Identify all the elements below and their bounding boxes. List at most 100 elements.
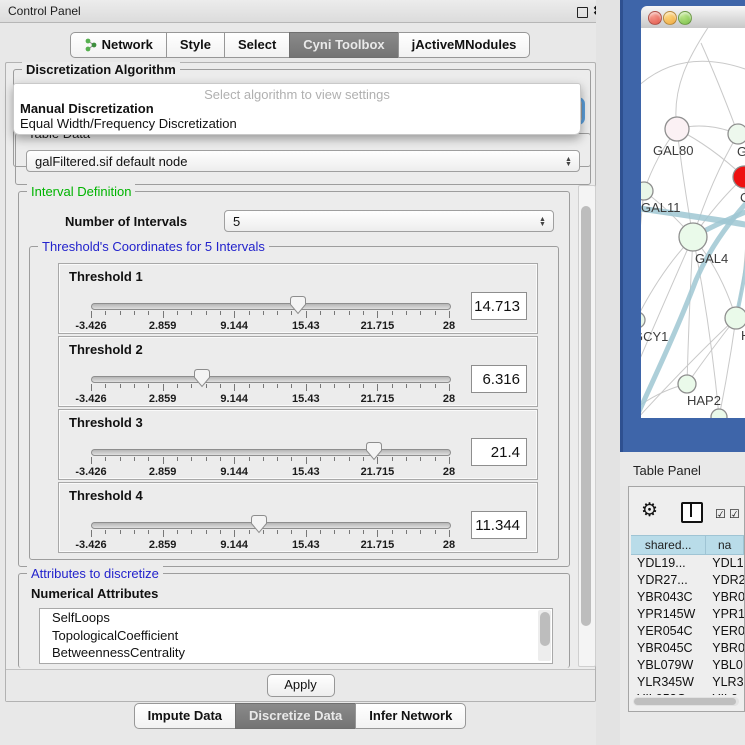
scrollbar-thumb[interactable]	[634, 698, 736, 705]
tab-network[interactable]: Network	[70, 32, 167, 58]
tick-mark	[249, 457, 250, 461]
slider-thumb[interactable]	[366, 442, 382, 461]
table-row[interactable]: YBL079WYBL0	[631, 657, 744, 674]
content-vertical-scrollbar[interactable]	[578, 185, 596, 667]
table-column-header[interactable]: shared...	[631, 535, 706, 555]
tick-mark	[291, 530, 292, 534]
table-row[interactable]: YBR043CYBR0	[631, 589, 744, 606]
network-node[interactable]	[641, 182, 653, 200]
tick-label: -3.426	[75, 393, 106, 405]
slider-track[interactable]	[91, 303, 451, 310]
tick-mark	[220, 384, 221, 388]
tab-select[interactable]: Select	[224, 32, 290, 58]
tick-mark	[134, 311, 135, 315]
tick-mark	[320, 457, 321, 461]
tick-mark	[449, 457, 450, 464]
minimize-traffic-light-icon[interactable]	[663, 11, 677, 25]
table-row[interactable]: YDR27...YDR2	[631, 572, 744, 589]
tab-impute-data[interactable]: Impute Data	[134, 703, 236, 729]
tick-mark	[363, 384, 364, 388]
network-window-titlebar[interactable]	[641, 6, 745, 29]
attributes-scrollbar[interactable]	[538, 610, 551, 661]
number-of-intervals-combo[interactable]: 5 ▲▼	[224, 210, 554, 232]
close-traffic-light-icon[interactable]	[648, 11, 662, 25]
split-columns-icon[interactable]	[681, 502, 703, 523]
tab-jactivemnodules[interactable]: jActiveMNodules	[398, 32, 531, 58]
tick-label: 15.43	[292, 539, 320, 551]
checked-checkbox-icon[interactable]: ☑	[715, 507, 726, 521]
network-edge	[687, 237, 693, 384]
network-node[interactable]	[711, 409, 727, 418]
network-canvas[interactable]: GAL80GACGAL11GAL4GCY1HHAP2	[641, 28, 745, 418]
attribute-list-item[interactable]: SelfLoops	[40, 609, 552, 627]
threshold-label: Threshold 4	[69, 488, 143, 503]
apply-button[interactable]: Apply	[267, 674, 335, 697]
table-row[interactable]: YDL19...YDL1	[631, 555, 744, 572]
threshold-value-field[interactable]: 14.713	[471, 292, 527, 320]
table-row[interactable]: YIL052CYIL0	[631, 691, 744, 695]
network-node[interactable]	[665, 117, 689, 141]
network-node[interactable]	[678, 375, 696, 393]
table-horizontal-scrollbar[interactable]	[633, 697, 739, 706]
tab-discretize-data[interactable]: Discretize Data	[235, 703, 356, 729]
interval-definition-title: Interval Definition	[27, 184, 135, 199]
table-panel-title: Table Panel	[633, 463, 701, 478]
tab-cyni-toolbox[interactable]: Cyni Toolbox	[289, 32, 398, 58]
table-row[interactable]: YLR345WYLR3	[631, 674, 744, 691]
slider-thumb[interactable]	[290, 296, 306, 315]
algorithm-option-equal-width[interactable]: Equal Width/Frequency Discretization	[20, 116, 237, 131]
threshold-slider[interactable]: -3.4262.8599.14415.4321.71528	[91, 443, 449, 477]
threshold-slider[interactable]: -3.4262.8599.14415.4321.71528	[91, 516, 449, 550]
panel-divider[interactable]	[596, 0, 620, 745]
network-node-label: GAL11	[641, 200, 681, 215]
tick-mark	[220, 311, 221, 315]
zoom-traffic-light-icon[interactable]	[678, 11, 692, 25]
slider-thumb[interactable]	[251, 515, 267, 534]
threshold-slider[interactable]: -3.4262.8599.14415.4321.71528	[91, 370, 449, 404]
numerical-attributes-list[interactable]: SelfLoopsTopologicalCoefficientBetweenne…	[39, 608, 553, 664]
table-column-header[interactable]: na	[706, 535, 744, 555]
slider-ticks	[91, 457, 449, 465]
table-row[interactable]: YBR045CYBR0	[631, 640, 744, 657]
tab-style[interactable]: Style	[166, 32, 225, 58]
threshold-slider[interactable]: -3.4262.8599.14415.4321.71528	[91, 297, 449, 331]
table-data-combo[interactable]: galFiltered.sif default node ▲▼	[26, 150, 580, 172]
table-cell: YDR2	[706, 572, 744, 589]
network-node[interactable]	[728, 124, 745, 144]
slider-track[interactable]	[91, 449, 451, 456]
interval-definition-group: Interval Definition Number of Intervals …	[18, 191, 570, 567]
tick-mark	[449, 311, 450, 318]
tab-infer-network[interactable]: Infer Network	[355, 703, 466, 729]
network-tab-icon	[84, 38, 97, 52]
attribute-list-item[interactable]: BetweennessCentrality	[40, 644, 552, 662]
tick-mark	[291, 384, 292, 388]
checked-checkbox-icon[interactable]: ☑	[729, 507, 740, 521]
slider-track[interactable]	[91, 522, 451, 529]
tick-mark	[134, 457, 135, 461]
slider-track[interactable]	[91, 376, 451, 383]
tick-mark	[177, 384, 178, 388]
network-node[interactable]	[725, 307, 745, 329]
node-attribute-table[interactable]: shared...na YDL19...YDL1YDR27...YDR2YBR0…	[631, 535, 744, 695]
algorithm-option-manual[interactable]: Manual Discretization	[20, 101, 154, 116]
slider-thumb[interactable]	[194, 369, 210, 388]
threshold-value-field[interactable]: 11.344	[471, 511, 527, 539]
threshold-value-field[interactable]: 6.316	[471, 365, 527, 393]
threshold-value-field[interactable]: 21.4	[471, 438, 527, 466]
scrollbar-thumb[interactable]	[540, 612, 550, 646]
table-row[interactable]: YER054CYER0	[631, 623, 744, 640]
tick-mark	[377, 384, 378, 391]
attribute-list-item[interactable]: TopologicalCoefficient	[40, 627, 552, 645]
float-window-icon[interactable]	[577, 7, 588, 18]
control-panel: Control Panel ✖ NetworkStyleSelectCyni T…	[0, 0, 600, 745]
tab-label: Network	[102, 37, 153, 52]
algorithm-dropdown-popup: Select algorithm to view settings Manual…	[13, 83, 581, 135]
network-node[interactable]	[679, 223, 707, 251]
threshold-panel-1: Threshold 1-3.4262.8599.14415.4321.71528…	[58, 263, 538, 334]
scrollbar-thumb[interactable]	[581, 206, 591, 626]
tick-mark	[392, 384, 393, 388]
tick-mark	[163, 311, 164, 318]
network-node[interactable]	[641, 312, 645, 328]
gear-icon[interactable]: ⚙	[641, 499, 658, 522]
table-row[interactable]: YPR145WYPR1	[631, 606, 744, 623]
